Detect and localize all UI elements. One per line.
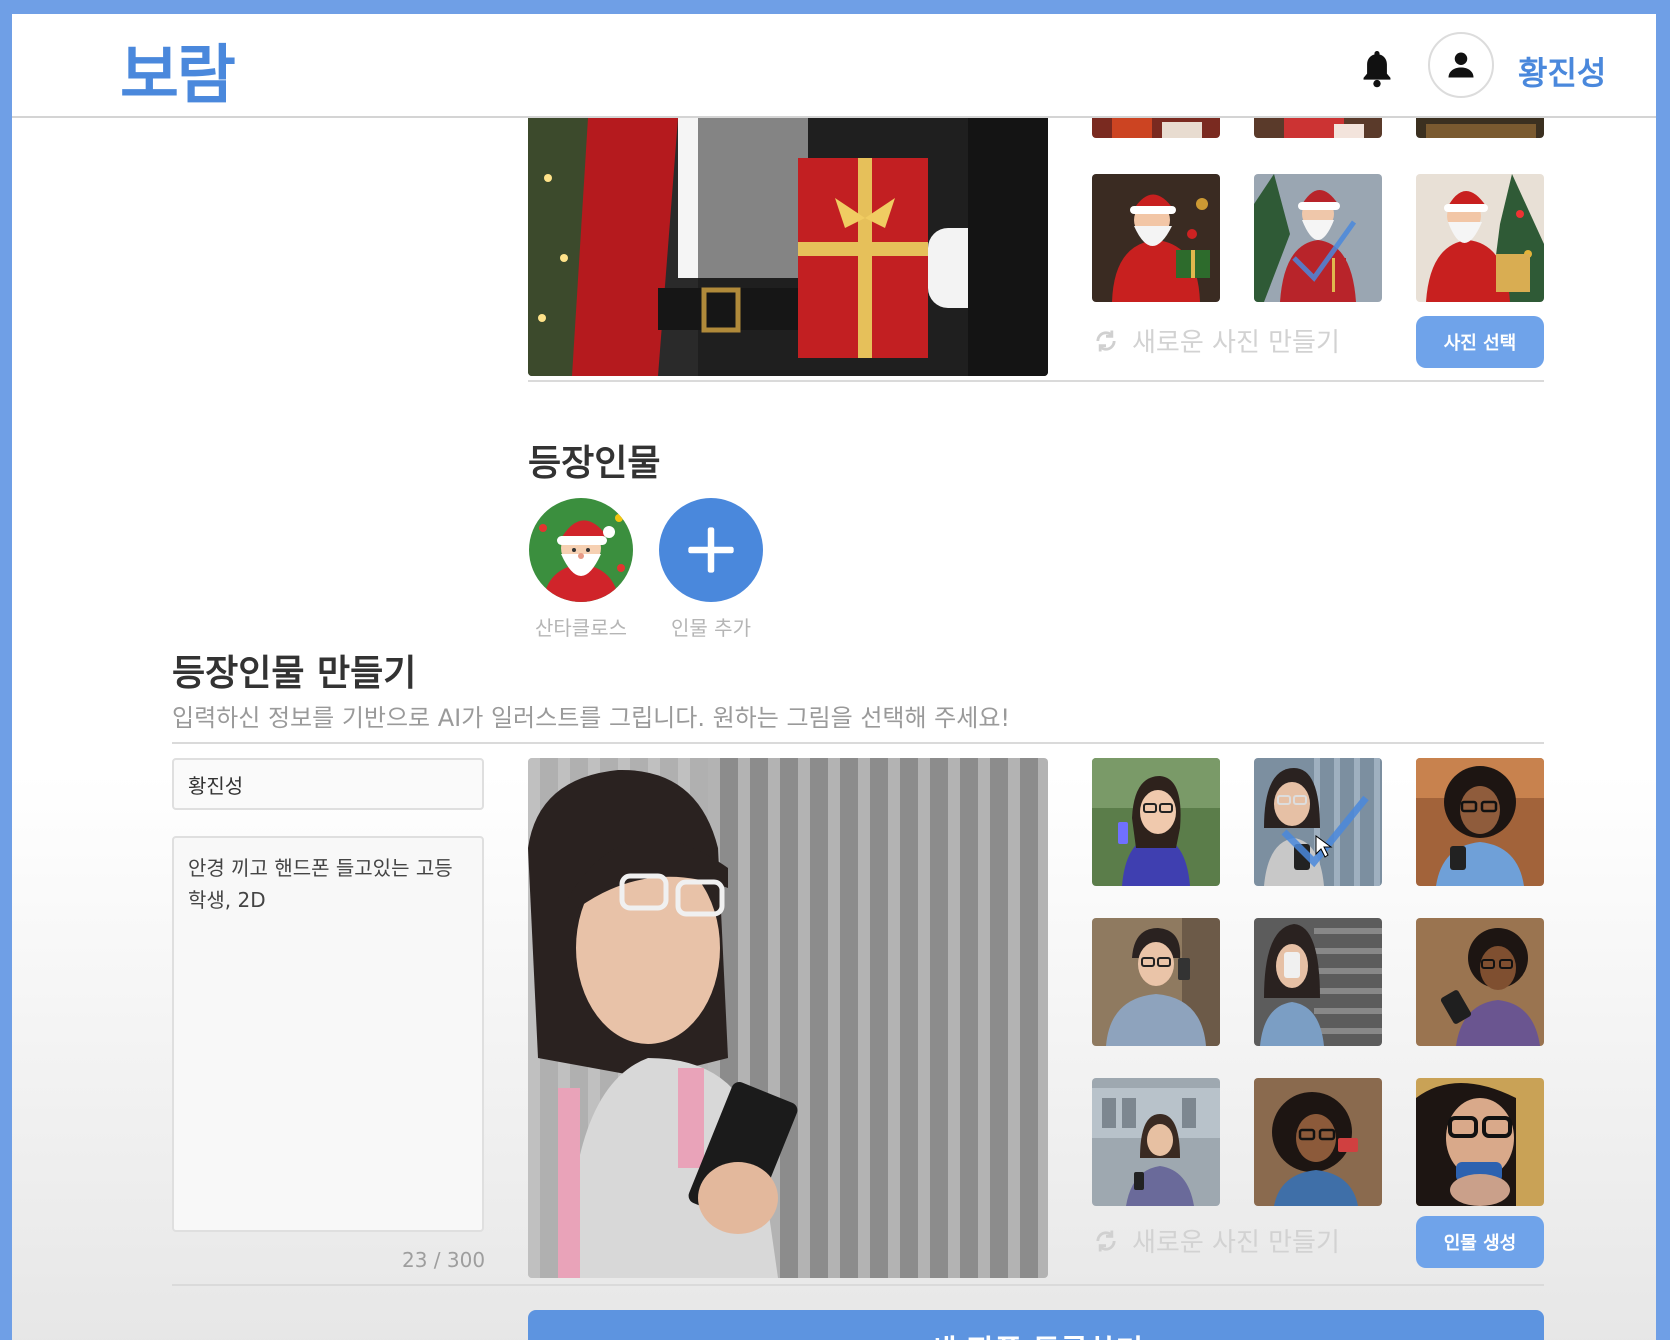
user-icon [1448, 52, 1474, 78]
refresh-icon [1096, 1230, 1116, 1251]
background-thumb[interactable] [1254, 118, 1382, 138]
app-frame: 보람 황진성 새로운 사진 만들기 사진 선택 등장인물 산타클로스 인물 추가… [12, 14, 1656, 1340]
plus-icon [659, 498, 763, 602]
character-name-input[interactable] [172, 758, 484, 810]
character-thumb[interactable] [1092, 758, 1220, 886]
regenerate-label: 새로운 사진 만들기 [1132, 1228, 1340, 1258]
regenerate-label: 새로운 사진 만들기 [1132, 328, 1340, 358]
character-thumb[interactable] [1092, 918, 1220, 1046]
character-label: 인물 추가 [671, 616, 751, 640]
bell-icon[interactable] [1360, 48, 1394, 88]
character-thumb-selected[interactable] [1254, 758, 1382, 886]
select-photo-button[interactable]: 사진 선택 [1416, 316, 1544, 368]
characters-title: 등장인물 [528, 443, 661, 484]
character-santa[interactable]: 산타클로스 [528, 498, 634, 641]
background-thumb[interactable] [1092, 118, 1220, 138]
create-character-subtitle: 입력하신 정보를 기반으로 AI가 일러스트를 그립니다. 원하는 그림을 선택… [172, 704, 1011, 732]
background-thumb[interactable] [1416, 118, 1544, 138]
character-label: 산타클로스 [535, 616, 627, 640]
top-header: 보람 황진성 [12, 14, 1656, 118]
section-divider [172, 1284, 1544, 1286]
background-thumb[interactable] [1416, 174, 1544, 302]
character-thumb[interactable] [1416, 758, 1544, 886]
generate-character-button[interactable]: 인물 생성 [1416, 1216, 1544, 1268]
character-description-input[interactable]: 안경 끼고 핸드폰 들고있는 고등학생, 2D [172, 836, 484, 1232]
profile-button[interactable] [1428, 32, 1494, 98]
santa-avatar [529, 498, 633, 602]
character-thumb[interactable] [1254, 1078, 1382, 1206]
character-preview-image [528, 758, 1048, 1278]
character-counter: 23 / 300 [402, 1248, 486, 1272]
character-thumb[interactable] [1416, 1078, 1544, 1206]
user-name-link[interactable]: 황진성 [1518, 48, 1606, 94]
character-thumb[interactable] [1254, 918, 1382, 1046]
character-thumb[interactable] [1092, 1078, 1220, 1206]
section-divider [528, 380, 1544, 382]
section-divider [172, 742, 1544, 744]
character-thumb[interactable] [1416, 918, 1544, 1046]
app-logo[interactable]: 보람 [120, 24, 236, 116]
background-thumb[interactable] [1092, 174, 1220, 302]
submit-work-button[interactable]: 새 작품 등록하기 [528, 1310, 1544, 1340]
background-thumb[interactable] [1254, 174, 1382, 302]
refresh-icon [1096, 330, 1116, 351]
selected-background-image [528, 118, 1048, 376]
regenerate-character-link[interactable]: 새로운 사진 만들기 [1092, 1222, 1340, 1259]
add-character-button[interactable]: 인물 추가 [658, 498, 764, 641]
regenerate-background-link[interactable]: 새로운 사진 만들기 [1092, 322, 1340, 359]
create-character-title: 등장인물 만들기 [172, 653, 417, 694]
